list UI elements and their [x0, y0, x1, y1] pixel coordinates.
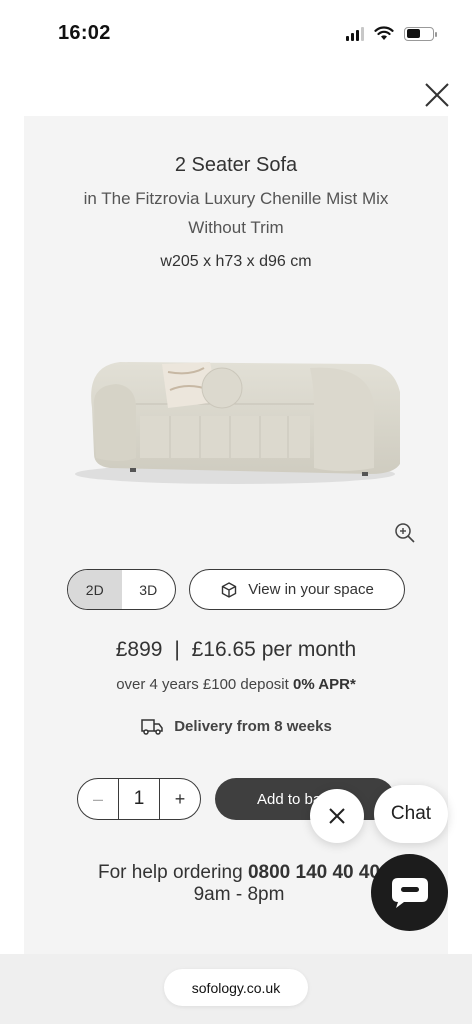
battery-icon: [404, 26, 437, 41]
browser-bottom-bar: sofology.co.uk: [0, 954, 472, 1024]
price-line: £899 | £16.65 per month: [24, 638, 448, 662]
help-hours: 9am - 8pm: [193, 884, 285, 905]
finance-text: over 4 years £100 deposit: [116, 676, 289, 693]
quantity-stepper: – 1 +: [77, 778, 201, 820]
chat-bubble-icon: [391, 877, 428, 908]
delivery-truck-icon: [141, 719, 163, 735]
product-dimensions: w205 x h73 x d96 cm: [160, 253, 312, 270]
status-icons: [346, 26, 437, 41]
toggle-3d[interactable]: 3D: [122, 570, 176, 609]
view-in-space-label: View in your space: [248, 581, 374, 598]
sofa-image: [75, 362, 400, 484]
signal-icon: [346, 26, 364, 41]
product-subtitle: in The Fitzrovia Luxury Chenille Mist Mi…: [83, 189, 389, 237]
close-icon[interactable]: [422, 80, 452, 110]
quantity-decrease-button[interactable]: –: [78, 779, 118, 819]
apr-text: 0% APR*: [292, 676, 356, 693]
help-phone-link[interactable]: 0800 140 40 40: [248, 862, 380, 883]
status-time: 16:02: [58, 22, 111, 44]
add-to-basket-button[interactable]: Add to basket: [215, 778, 395, 820]
chat-label-button[interactable]: Chat: [374, 785, 448, 843]
view-mode-toggle: 2D 3D: [67, 569, 176, 610]
zoom-in-icon[interactable]: [394, 522, 416, 544]
url-bar[interactable]: sofology.co.uk: [164, 969, 308, 1006]
delivery-text: Delivery from 8 weeks: [174, 717, 332, 735]
product-title: 2 Seater Sofa: [174, 154, 298, 176]
delivery-info: Delivery from 8 weeks: [24, 716, 448, 736]
toggle-2d[interactable]: 2D: [68, 570, 122, 609]
monthly-price: £16.65 per month: [191, 638, 357, 661]
price-separator: |: [174, 638, 180, 661]
status-bar: 16:02: [0, 0, 472, 70]
help-prefix: For help ordering: [97, 862, 243, 883]
cube-icon: [221, 581, 237, 598]
chat-dismiss-button[interactable]: [310, 789, 364, 843]
view-in-space-button[interactable]: View in your space: [189, 569, 405, 610]
wifi-icon: [374, 26, 394, 40]
quantity-value[interactable]: 1: [118, 779, 160, 819]
close-icon: [329, 808, 345, 824]
price: £899: [115, 638, 163, 661]
finance-line: over 4 years £100 deposit 0% APR*: [24, 676, 448, 693]
quantity-increase-button[interactable]: +: [160, 779, 200, 819]
help-ordering: For help ordering 0800 140 40 40 9am - 8…: [74, 862, 404, 906]
chat-launcher-button[interactable]: [371, 854, 448, 931]
